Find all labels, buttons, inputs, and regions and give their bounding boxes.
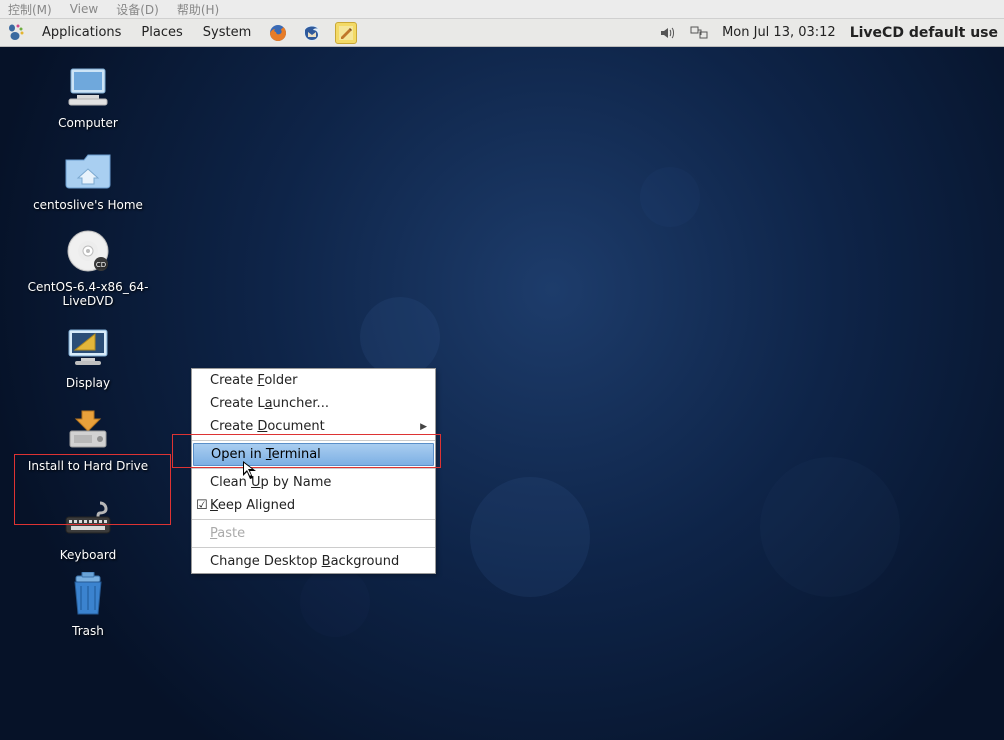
host-menu-item[interactable]: 帮助(H) bbox=[177, 1, 219, 18]
user-menu[interactable]: LiveCD default use bbox=[850, 25, 998, 41]
menu-separator bbox=[192, 519, 435, 520]
gnome-panel: Applications Places System Mon Jul 13, 0… bbox=[0, 19, 1004, 47]
disc-icon: CD bbox=[64, 227, 112, 275]
desktop-icon-computer[interactable]: Computer bbox=[8, 63, 168, 131]
icon-label: Trash bbox=[69, 623, 107, 639]
menuitem-create-document[interactable]: Create Document bbox=[192, 415, 435, 438]
notes-icon[interactable] bbox=[335, 22, 357, 44]
host-menu-item[interactable]: View bbox=[70, 2, 98, 16]
desktop-icon-livedvd[interactable]: CD CentOS-6.4-x86_64-LiveDVD bbox=[8, 227, 168, 309]
desktop[interactable]: Computer centoslive's Home CD CentOS-6.4… bbox=[0, 47, 1004, 740]
icon-label: Computer bbox=[55, 115, 121, 131]
menuitem-open-terminal[interactable]: Open in Terminal bbox=[193, 443, 434, 466]
desktop-icon-home[interactable]: centoslive's Home bbox=[8, 145, 168, 213]
menu-separator bbox=[192, 468, 435, 469]
icon-label: CentOS-6.4-x86_64-LiveDVD bbox=[8, 279, 168, 309]
menuitem-keep-aligned[interactable]: ☑ Keep Aligned bbox=[192, 494, 435, 517]
desktop-icon-keyboard[interactable]: Keyboard bbox=[8, 495, 168, 563]
display-icon bbox=[64, 323, 112, 371]
thunderbird-icon[interactable] bbox=[301, 22, 323, 44]
menuitem-create-launcher[interactable]: Create Launcher... bbox=[192, 392, 435, 415]
menu-applications[interactable]: Applications bbox=[38, 23, 125, 42]
gnome-foot-icon[interactable] bbox=[6, 23, 26, 43]
home-folder-icon bbox=[64, 145, 112, 193]
desktop-context-menu: Create Folder Create Launcher... Create … bbox=[191, 368, 436, 574]
desktop-icon-display[interactable]: Display bbox=[8, 323, 168, 391]
desktop-icon-install[interactable]: Install to Hard Drive bbox=[8, 406, 168, 474]
volume-icon[interactable] bbox=[658, 24, 676, 42]
check-icon: ☑ bbox=[196, 498, 210, 513]
computer-icon bbox=[64, 63, 112, 111]
host-menubar: 控制(M) View 设备(D) 帮助(H) bbox=[0, 0, 1004, 19]
menu-places[interactable]: Places bbox=[137, 23, 186, 42]
harddrive-install-icon bbox=[64, 406, 112, 454]
icon-label: Display bbox=[63, 375, 113, 391]
menu-separator bbox=[192, 547, 435, 548]
menuitem-change-background[interactable]: Change Desktop Background bbox=[192, 550, 435, 573]
icon-label: Keyboard bbox=[57, 547, 119, 563]
menuitem-create-folder[interactable]: Create Folder bbox=[192, 369, 435, 392]
network-icon[interactable] bbox=[690, 24, 708, 42]
trash-icon bbox=[64, 571, 112, 619]
menu-system[interactable]: System bbox=[199, 23, 255, 42]
keyboard-icon bbox=[64, 495, 112, 543]
firefox-icon[interactable] bbox=[267, 22, 289, 44]
menuitem-paste: Paste bbox=[192, 522, 435, 545]
host-menu-item[interactable]: 控制(M) bbox=[8, 1, 52, 18]
host-menu-item[interactable]: 设备(D) bbox=[116, 1, 159, 18]
menuitem-clean-up[interactable]: Clean Up by Name bbox=[192, 471, 435, 494]
svg-text:CD: CD bbox=[96, 261, 106, 269]
desktop-icon-trash[interactable]: Trash bbox=[8, 571, 168, 639]
menu-separator bbox=[192, 440, 435, 441]
clock[interactable]: Mon Jul 13, 03:12 bbox=[722, 25, 836, 40]
icon-label: Install to Hard Drive bbox=[25, 458, 151, 474]
icon-label: centoslive's Home bbox=[30, 197, 146, 213]
